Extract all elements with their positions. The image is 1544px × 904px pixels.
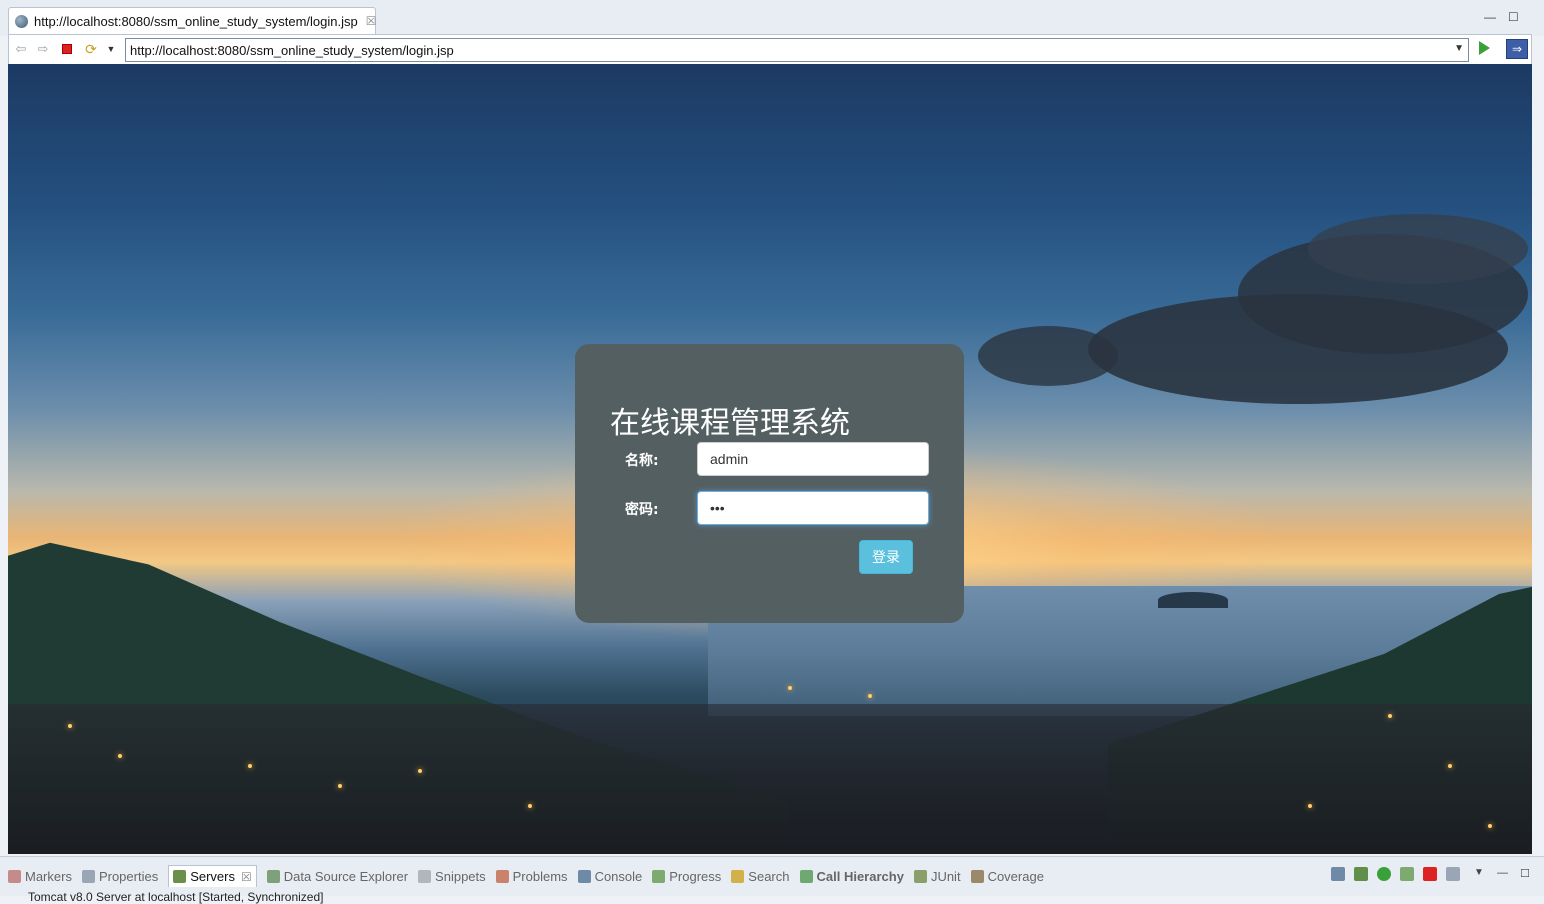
- view-tab-properties[interactable]: Properties: [81, 865, 159, 887]
- maximize-view-icon[interactable]: ☐: [1520, 867, 1534, 881]
- editor-tab-bar: http://localhost:8080/ssm_online_study_s…: [0, 0, 1544, 36]
- login-title: 在线课程管理系统: [610, 406, 850, 441]
- url-dropdown-icon[interactable]: ▼: [1454, 43, 1464, 54]
- view-tab-problems[interactable]: Problems: [495, 865, 568, 887]
- username-field[interactable]: [697, 442, 929, 476]
- view-tab-label: Coverage: [987, 868, 1044, 884]
- view-tab-markers[interactable]: Markers: [8, 865, 72, 887]
- chevron-down-icon[interactable]: ▼: [103, 41, 119, 57]
- back-arrow-icon[interactable]: ⇦: [13, 41, 29, 57]
- view-tab-label: Servers: [190, 869, 235, 884]
- name-label: 名称:: [625, 453, 659, 469]
- console-icon: [577, 869, 591, 883]
- junit-icon: [913, 869, 927, 883]
- view-tab-data-source-explorer[interactable]: Data Source Explorer: [266, 865, 409, 887]
- view-tab-snippets[interactable]: Snippets: [418, 865, 486, 887]
- editor-tab-browser[interactable]: http://localhost:8080/ssm_online_study_s…: [8, 7, 377, 34]
- start-server-icon[interactable]: [1377, 867, 1391, 881]
- maximize-icon[interactable]: ☐: [1508, 10, 1519, 24]
- view-tab-label: Properties: [98, 868, 159, 884]
- collapse-icon[interactable]: [1331, 867, 1345, 881]
- profile-icon[interactable]: [1400, 867, 1414, 881]
- login-button[interactable]: 登录: [859, 540, 913, 574]
- properties-icon: [81, 869, 95, 883]
- views-panel: Markers Properties Servers ☒ Data Source Exp…: [0, 856, 1544, 904]
- snippets-icon: [418, 869, 432, 883]
- view-tab-label: Console: [594, 868, 643, 884]
- view-tab-console[interactable]: Console: [577, 865, 643, 887]
- coverage-icon: [970, 869, 984, 883]
- globe-icon: [15, 14, 28, 28]
- login-panel: 在线课程管理系统 名称: 密码: 登录: [575, 344, 964, 623]
- editor-tab-title: http://localhost:8080/ssm_online_study_s…: [34, 13, 358, 29]
- close-icon[interactable]: ☒: [241, 870, 252, 884]
- view-tab-label: Call Hierarchy: [816, 868, 904, 884]
- view-tab-call-hierarchy[interactable]: Call Hierarchy: [799, 865, 904, 887]
- debug-icon[interactable]: [1354, 867, 1368, 881]
- refresh-icon[interactable]: ⟳: [83, 41, 99, 57]
- view-tab-label: Snippets: [435, 868, 486, 884]
- url-input[interactable]: http://localhost:8080/ssm_online_study_s…: [125, 38, 1469, 62]
- go-icon[interactable]: [1479, 41, 1490, 55]
- view-menu-icon[interactable]: ▼: [1474, 867, 1488, 881]
- publish-icon[interactable]: [1446, 867, 1460, 881]
- servers-icon: [173, 870, 187, 883]
- navigate-icon[interactable]: ⇒: [1506, 39, 1528, 59]
- minimize-view-icon[interactable]: —: [1497, 867, 1511, 881]
- search-icon: [731, 869, 745, 883]
- close-icon[interactable]: ☒: [366, 14, 377, 28]
- data-source-explorer-icon: [266, 869, 280, 883]
- view-tab-label: Markers: [25, 868, 72, 884]
- stop-server-icon[interactable]: [1423, 867, 1437, 881]
- url-text: http://localhost:8080/ssm_online_study_s…: [130, 42, 454, 58]
- view-tab-progress[interactable]: Progress: [652, 865, 721, 887]
- view-toolbar: ▼ — ☐: [1322, 867, 1534, 881]
- view-tab-label: Search: [748, 868, 790, 884]
- view-tab-label: Progress: [669, 868, 722, 884]
- minimize-icon[interactable]: —: [1484, 10, 1496, 24]
- view-tab-junit[interactable]: JUnit: [913, 865, 961, 887]
- password-label: 密码:: [625, 502, 659, 518]
- view-tab-label: Problems: [512, 868, 568, 884]
- browser-toolbar: ⇦ ⇨ ⟳ ▼ http://localhost:8080/ssm_online…: [8, 34, 1532, 64]
- markers-icon: [8, 869, 21, 883]
- view-tab-search[interactable]: Search: [731, 865, 790, 887]
- problems-icon: [495, 869, 509, 883]
- page-viewport: 在线课程管理系统 名称: 密码: 登录: [8, 64, 1532, 854]
- server-entry[interactable]: Tomcat v8.0 Server at localhost [Started…: [28, 890, 323, 904]
- call-hierarchy-icon: [799, 869, 813, 883]
- view-tab-label: JUnit: [930, 868, 961, 884]
- progress-icon: [652, 869, 666, 883]
- stop-icon[interactable]: [59, 41, 75, 57]
- view-tab-coverage[interactable]: Coverage: [970, 865, 1044, 887]
- password-field[interactable]: [697, 491, 929, 525]
- view-tabs: Markers Properties Servers ☒ Data Source Exp…: [8, 865, 1054, 887]
- forward-arrow-icon[interactable]: ⇨: [35, 41, 51, 57]
- view-tab-label: Data Source Explorer: [283, 868, 409, 884]
- view-tab-servers[interactable]: Servers ☒: [168, 865, 257, 887]
